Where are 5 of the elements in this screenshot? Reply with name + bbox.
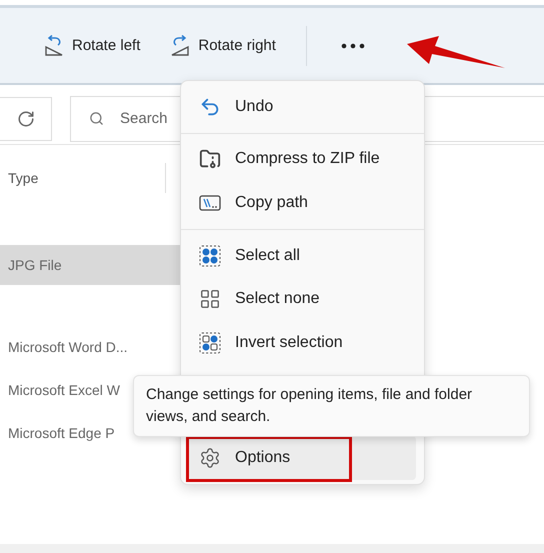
type-cell: Microsoft Excel W bbox=[8, 382, 120, 398]
type-cell: Microsoft Word D... bbox=[8, 339, 128, 355]
tooltip: Change settings for opening items, file and folder views, and search. bbox=[133, 375, 530, 437]
type-cell: JPG File bbox=[8, 257, 62, 273]
type-cell: Microsoft Edge P bbox=[8, 425, 115, 441]
